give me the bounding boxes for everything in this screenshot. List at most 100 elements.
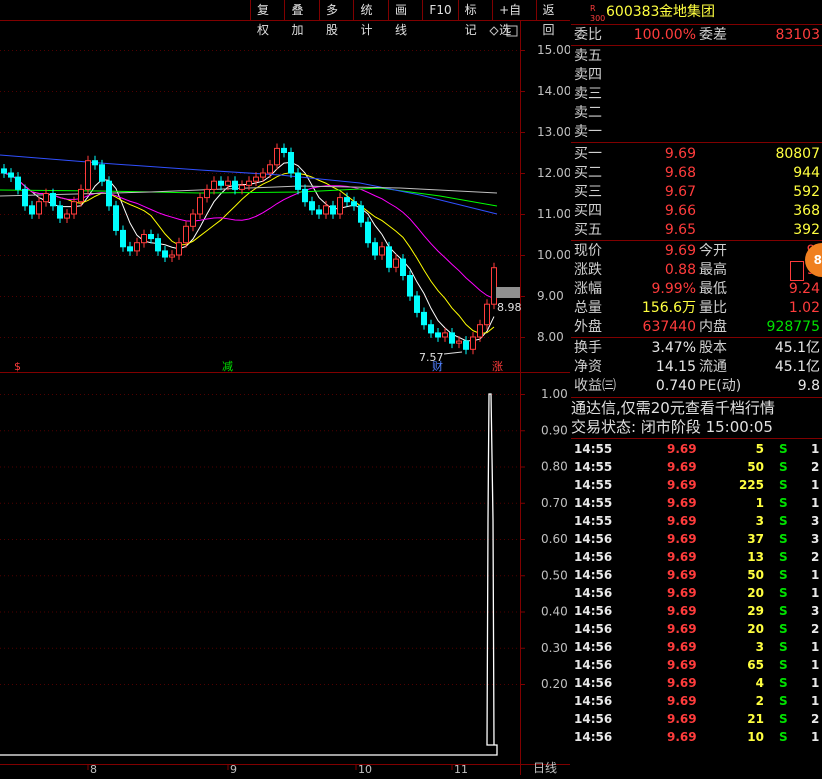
weibi-label: 委比 — [574, 27, 602, 43]
candle-body — [225, 180, 231, 186]
fin-value: 0.740 — [655, 378, 696, 394]
candle-body — [29, 205, 35, 215]
trade-status: 交易状态: 闭市阶段 15:00:05 — [571, 418, 773, 436]
divider — [571, 240, 822, 241]
price-axis-label: 11.00 — [537, 207, 570, 221]
divider — [571, 397, 822, 398]
stock-code: 600383 — [606, 4, 660, 20]
candle-body — [267, 164, 273, 174]
candle-body — [190, 213, 196, 227]
fin-label-2: 股本 — [699, 340, 727, 356]
tick-count: 2 — [811, 712, 820, 726]
candle-body — [274, 147, 280, 166]
tick-row: 14:56 9.69 50 S 1 — [571, 566, 822, 584]
candle-body — [449, 332, 455, 344]
stat-value-2: 1.02 — [788, 300, 820, 316]
kline-chart[interactable]: 15.00 14.00 13.00 12.00 11.00 10.00 9.00 8.00 1… — [0, 0, 571, 776]
tick-count: 2 — [811, 622, 820, 636]
candle-body — [351, 201, 357, 207]
stat-label-2: 内盘 — [699, 319, 727, 335]
toolbar-button-1[interactable]: 叠加 — [284, 0, 319, 37]
candle-body — [239, 184, 245, 190]
tick-time: 14:56 — [574, 532, 613, 546]
tick-volume: 1 — [755, 496, 764, 510]
buy-label: 买二 — [574, 165, 602, 181]
candle-body — [323, 205, 329, 215]
low-price-arrow — [443, 351, 463, 355]
toolbar-button-4[interactable]: 画线 — [387, 0, 423, 37]
price-axis-label: 8.00 — [537, 330, 564, 344]
buy-row: 买一 9.69 80807 — [571, 145, 822, 163]
tick-count: 1 — [811, 496, 820, 510]
toolbar-button-0[interactable]: 复权 — [250, 0, 285, 37]
indicator-axis-label: 1.00 — [541, 387, 568, 401]
tick-price: 9.69 — [667, 550, 697, 564]
diamond-icon[interactable] — [489, 26, 499, 36]
tick-row: 14:56 9.69 29 S 3 — [571, 602, 822, 620]
fin-value: 14.15 — [655, 359, 696, 375]
candle-body — [309, 201, 315, 211]
sell-row: 卖一 — [571, 123, 822, 141]
tick-row: 14:55 9.69 1 S 1 — [571, 494, 822, 512]
buy-price: 9.66 — [664, 203, 696, 219]
tick-side: S — [779, 550, 788, 564]
buy-volume: 592 — [793, 184, 820, 200]
candle-body — [442, 332, 448, 338]
stat-value-2: 928775 — [766, 319, 820, 335]
weibi-row: 委比 100.00% 委差 83103 — [571, 26, 822, 44]
divider — [571, 337, 822, 338]
toolbar-button-7[interactable]: +自选 — [492, 0, 536, 37]
tick-time: 14:56 — [574, 622, 613, 636]
candle-body — [470, 336, 476, 350]
toolbar-button-3[interactable]: 统计 — [353, 0, 388, 37]
tick-side: S — [779, 730, 788, 744]
candle-body — [344, 197, 350, 203]
tick-side: S — [779, 694, 788, 708]
price-axis-label: 13.00 — [537, 125, 570, 139]
ma10-line — [3, 172, 495, 335]
tick-volume: 225 — [738, 478, 764, 492]
fin-value-2: 9.8 — [797, 378, 820, 394]
tick-side: S — [779, 604, 788, 618]
tick-side: S — [779, 712, 788, 726]
tick-count: 1 — [811, 658, 820, 672]
tick-row: 14:56 9.69 10 S 1 — [571, 728, 822, 746]
buy-label: 买三 — [574, 184, 602, 200]
candle-body — [162, 250, 168, 258]
tick-time: 14:55 — [574, 496, 613, 510]
toolbar-button-6[interactable]: 标记 — [457, 0, 493, 37]
tick-time: 14:55 — [574, 442, 613, 456]
stat-label: 涨跌 — [574, 262, 602, 278]
tick-side: S — [779, 586, 788, 600]
candle-body — [407, 275, 413, 297]
toolbar-button-2[interactable]: 多股 — [318, 0, 354, 37]
tick-price: 9.69 — [667, 460, 697, 474]
fin-label-2: PE(动) — [699, 378, 742, 394]
toolbar-button-5[interactable]: F10 — [422, 0, 458, 20]
fin-label: 收益㈢ — [574, 378, 616, 394]
period-label[interactable]: 日线 — [533, 761, 557, 775]
stat-label: 涨幅 — [574, 281, 602, 297]
tick-side: S — [779, 514, 788, 528]
notice-link[interactable]: 通达信,仅需20元查看千档行情 — [571, 399, 822, 417]
kline-chart-panel[interactable]: 15.00 14.00 13.00 12.00 11.00 10.00 9.00 8.00 1… — [0, 0, 571, 776]
tick-side: S — [779, 658, 788, 672]
fin-value-2: 45.1亿 — [774, 359, 820, 375]
quote-panel: R 300 600383 金地集团 委比 100.00% 委差 83103 卖五… — [571, 0, 822, 775]
stock-name[interactable]: 金地集团 — [659, 2, 715, 22]
tick-side: S — [779, 442, 788, 456]
sell-label: 卖四 — [574, 67, 602, 83]
candle-body — [134, 242, 140, 252]
stat-row: 涨幅 9.99% 最低 9.24 — [571, 280, 822, 298]
stat-row: 涨跌0.88最高9. — [571, 261, 822, 279]
candle-body — [435, 332, 441, 338]
indicator-axis-label: 0.90 — [541, 423, 568, 437]
date-axis-label: 9 — [230, 763, 237, 775]
candle-body — [281, 147, 287, 153]
buy-row: 买四 9.66 368 — [571, 202, 822, 220]
candle-body — [400, 258, 406, 277]
sell-label: 卖一 — [574, 124, 602, 140]
price-axis-labels: 15.00 14.00 13.00 12.00 11.00 10.00 9.00 8.00 — [537, 43, 571, 344]
toolbar-button-8[interactable]: 返回 — [535, 0, 571, 37]
tick-count: 1 — [811, 640, 820, 654]
